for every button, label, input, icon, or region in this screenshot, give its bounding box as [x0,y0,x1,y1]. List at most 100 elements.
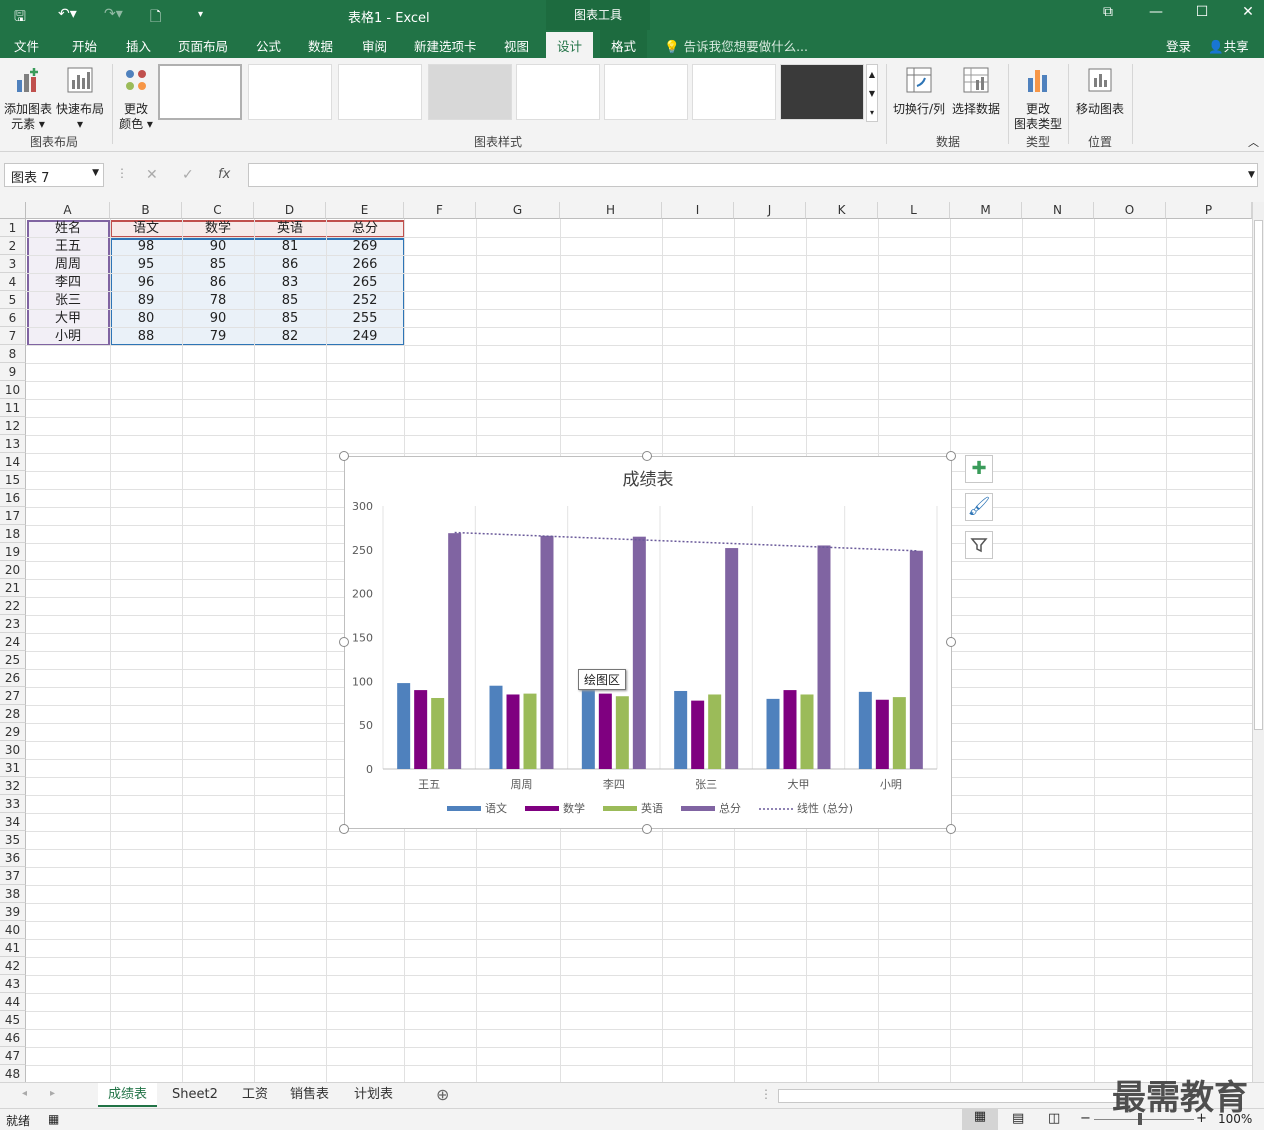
login-link[interactable]: 登录 [1166,36,1191,55]
table-cell[interactable]: 86 [254,256,326,274]
new-file-icon[interactable]: 🗋 [150,6,161,30]
col-header[interactable]: H [560,202,662,219]
col-header[interactable]: I [662,202,734,219]
insert-function-icon[interactable]: fx [218,167,230,182]
table-cell[interactable]: 小明 [26,328,110,346]
row-header[interactable]: 1 [0,219,26,237]
resize-handle-top[interactable] [642,451,652,461]
table-cell[interactable]: 265 [326,274,404,292]
row-header[interactable]: 46 [0,1029,26,1047]
tab-home[interactable]: 开始 [72,36,97,55]
scroll-sheets-right-icon[interactable]: ▸ [50,1088,55,1099]
row-header[interactable]: 38 [0,885,26,903]
row-header[interactable]: 33 [0,795,26,813]
col-header[interactable]: B [110,202,182,219]
tab-split-grip-icon[interactable]: ⋮ [760,1087,772,1101]
expand-formula-icon[interactable]: ▼ [1248,170,1255,180]
col-header[interactable]: J [734,202,806,219]
zoom-slider[interactable] [1094,1119,1194,1120]
row-header[interactable]: 24 [0,633,26,651]
row-header[interactable]: 22 [0,597,26,615]
collapse-ribbon-icon[interactable]: ︿ [1248,134,1259,150]
row-header[interactable]: 14 [0,453,26,471]
tab-view[interactable]: 视图 [504,36,529,55]
header-cell[interactable]: 英语 [254,220,326,238]
resize-handle-right[interactable] [946,637,956,647]
row-header[interactable]: 43 [0,975,26,993]
table-cell[interactable]: 张三 [26,292,110,310]
row-header[interactable]: 7 [0,327,26,345]
row-header[interactable]: 18 [0,525,26,543]
quick-layout-button[interactable]: 快速布局 ▾ [54,66,106,132]
col-header[interactable]: G [476,202,560,219]
row-header[interactable]: 20 [0,561,26,579]
row-header[interactable]: 5 [0,291,26,309]
name-box-dropdown-icon[interactable]: ▼ [92,168,99,178]
name-box[interactable]: 图表 7 ▼ [4,163,104,187]
horizontal-scrollbar[interactable] [778,1089,1118,1103]
table-cell[interactable]: 李四 [26,274,110,292]
row-header[interactable]: 16 [0,489,26,507]
row-header[interactable]: 34 [0,813,26,831]
table-cell[interactable]: 83 [254,274,326,292]
table-cell[interactable]: 86 [182,274,254,292]
macro-record-icon[interactable]: ▦ [48,1112,59,1126]
table-cell[interactable]: 89 [110,292,182,310]
row-header[interactable]: 32 [0,777,26,795]
tab-insert[interactable]: 插入 [126,36,151,55]
row-header[interactable]: 41 [0,939,26,957]
header-cell[interactable]: 总分 [326,220,404,238]
row-header[interactable]: 26 [0,669,26,687]
redo-icon[interactable]: ↷▾ [104,6,123,22]
tab-formulas[interactable]: 公式 [256,36,281,55]
row-header[interactable]: 42 [0,957,26,975]
table-cell[interactable]: 88 [110,328,182,346]
page-break-view-icon[interactable]: ◫ [1048,1111,1060,1126]
move-chart-button[interactable]: 移动图表 [1070,66,1130,117]
enter-icon[interactable]: ✓ [182,167,194,183]
resize-handle-bottom-left[interactable] [339,824,349,834]
tab-design[interactable]: 设计 [546,32,594,58]
row-header[interactable]: 27 [0,687,26,705]
page-layout-view-icon[interactable]: ▤ [1012,1111,1024,1126]
col-header[interactable]: D [254,202,326,219]
table-cell[interactable]: 98 [110,238,182,256]
col-header[interactable]: M [950,202,1022,219]
vertical-scrollbar[interactable] [1252,202,1264,1082]
zoom-out-icon[interactable]: − [1080,1111,1091,1126]
table-cell[interactable]: 90 [182,238,254,256]
chart-style-8[interactable] [780,64,864,120]
table-cell[interactable]: 249 [326,328,404,346]
col-header[interactable]: N [1022,202,1094,219]
chart-style-3[interactable] [338,64,422,120]
minimize-icon[interactable]: — [1144,4,1168,20]
row-header[interactable]: 35 [0,831,26,849]
resize-handle-bottom-right[interactable] [946,824,956,834]
chart-title[interactable]: 成绩表 [623,470,674,490]
row-header[interactable]: 29 [0,723,26,741]
row-header[interactable]: 30 [0,741,26,759]
sheet-tab[interactable]: 工资 [232,1083,278,1107]
vertical-scroll-thumb[interactable] [1254,220,1263,730]
table-cell[interactable]: 78 [182,292,254,310]
row-header[interactable]: 4 [0,273,26,291]
chart-style-7[interactable] [692,64,776,120]
tell-me-box[interactable]: 💡 告诉我您想要做什么... [664,36,808,55]
row-header[interactable]: 39 [0,903,26,921]
table-cell[interactable]: 周周 [26,256,110,274]
tab-format[interactable]: 格式 [600,30,648,58]
add-chart-element-button[interactable]: 添加图表 元素 ▾ [2,66,54,132]
tab-file[interactable]: 文件 [14,36,39,55]
change-chart-type-button[interactable]: 更改 图表类型 [1010,66,1066,132]
resize-handle-top-left[interactable] [339,451,349,461]
normal-view-icon[interactable]: ▦ [962,1109,998,1130]
table-cell[interactable]: 80 [110,310,182,328]
row-header[interactable]: 47 [0,1047,26,1065]
table-cell[interactable]: 82 [254,328,326,346]
table-cell[interactable]: 96 [110,274,182,292]
row-header[interactable]: 10 [0,381,26,399]
row-header[interactable]: 28 [0,705,26,723]
header-cell[interactable]: 姓名 [26,220,110,238]
tab-page-layout[interactable]: 页面布局 [178,36,228,55]
table-cell[interactable]: 85 [254,292,326,310]
